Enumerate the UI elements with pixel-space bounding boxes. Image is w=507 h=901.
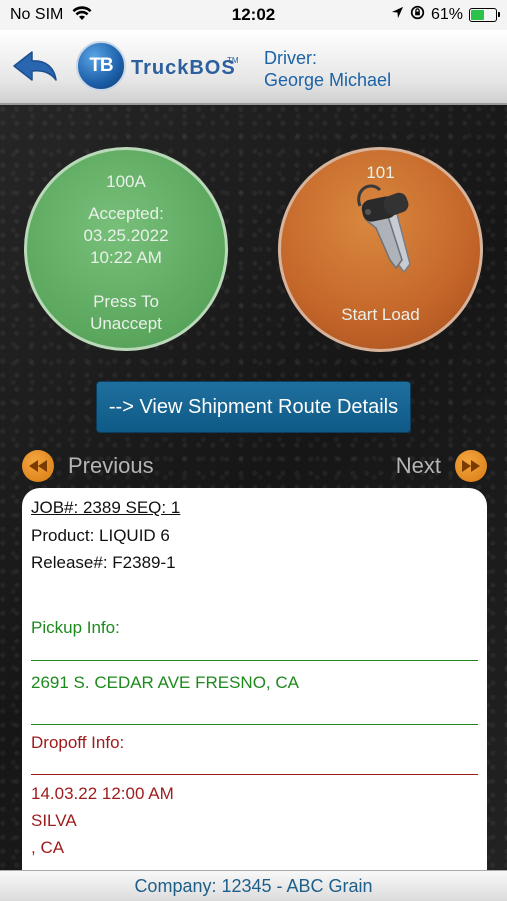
start-load-label: Start Load — [341, 305, 420, 324]
driver-label: Driver: — [264, 48, 317, 68]
dropoff-datetime: 14.03.22 12:00 AM — [31, 784, 174, 803]
orientation-lock-icon — [410, 5, 425, 25]
dropoff-name: SILVA — [31, 811, 77, 830]
company-footer: Company: 12345 - ABC Grain — [0, 870, 507, 901]
logo-wordmark: TruckBOS — [131, 57, 236, 79]
dropoff-divider — [31, 774, 478, 775]
back-button[interactable] — [12, 48, 58, 88]
previous-button[interactable]: Previous — [22, 450, 154, 482]
release-number: Release#: F2389-1 — [31, 553, 176, 572]
location-icon — [391, 6, 404, 24]
status-bar: No SIM 12:02 61% — [0, 0, 507, 30]
rewind-icon — [22, 450, 54, 482]
pickup-info-label: Pickup Info: — [31, 618, 120, 637]
accepted-time: 10:22 AM — [90, 248, 162, 267]
pickup-divider — [31, 660, 478, 661]
fast-forward-icon — [455, 450, 487, 482]
driver-name: George Michael — [264, 70, 392, 90]
unaccept-line2: Unaccept — [90, 314, 162, 333]
next-button[interactable]: Next — [396, 450, 487, 482]
next-label: Next — [395, 453, 441, 478]
accepted-date: 03.25.2022 — [83, 226, 169, 245]
battery-icon — [469, 8, 500, 22]
unaccept-load-button[interactable]: 100A Accepted: 03.25.2022 10:22 AM Press… — [24, 147, 228, 351]
keys-icon — [357, 184, 411, 274]
product-info: Product: LIQUID 6 — [31, 526, 170, 545]
start-load-button[interactable]: 101 Start Load — [278, 147, 483, 352]
back-arrow-icon — [13, 51, 57, 81]
shipment-details-card: JOB#: 2389 SEQ: 1 Product: LIQUID 6 Rele… — [22, 488, 487, 878]
dropoff-info-label: Dropoff Info: — [31, 733, 125, 752]
unaccept-line1: Press To — [93, 292, 159, 311]
view-route-details-button[interactable]: --> View Shipment Route Details — [96, 381, 411, 433]
load-id: 100A — [106, 172, 146, 191]
pickup-divider-bottom — [31, 724, 478, 725]
previous-label: Previous — [68, 453, 154, 478]
truckbos-logo: TB — [76, 41, 126, 91]
battery-percent: 61% — [430, 6, 463, 23]
logo-trademark: TM — [227, 56, 239, 65]
pickup-address: 2691 S. CEDAR AVE FRESNO, CA — [31, 673, 299, 692]
accepted-label: Accepted: — [88, 204, 164, 223]
app-header: TB TruckBOS TM Driver: George Michael — [0, 30, 507, 105]
job-sequence: JOB#: 2389 SEQ: 1 — [31, 498, 181, 517]
dropoff-location: , CA — [31, 838, 65, 857]
